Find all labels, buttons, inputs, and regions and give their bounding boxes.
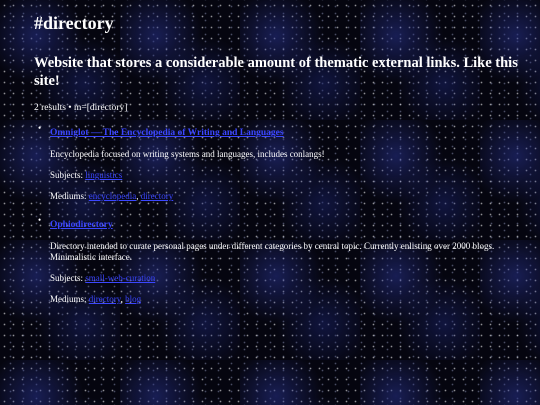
- medium-link[interactable]: directory: [89, 294, 121, 304]
- page: #directory Website that stores a conside…: [0, 0, 540, 405]
- result-mediums: Mediums: directory, blog: [50, 294, 142, 304]
- bullet-icon: •: [38, 123, 42, 133]
- site-title[interactable]: #directory: [34, 12, 540, 34]
- result-subjects: Subjects: small-web-curation: [50, 273, 520, 284]
- result-description: Directory intended to curate personal pa…: [50, 241, 495, 262]
- medium-link[interactable]: encyclopedia: [89, 191, 136, 201]
- page-heading: Website that stores a considerable amoun…: [34, 55, 518, 89]
- subjects-label: Subjects:: [50, 273, 83, 283]
- medium-link[interactable]: directory: [141, 191, 173, 201]
- mediums-label: Mediums:: [50, 191, 87, 201]
- result-item: • Omniglot — The Encyclopedia of Writing…: [38, 122, 520, 202]
- result-title-link[interactable]: Ophiodirectory: [50, 219, 113, 231]
- subjects-label: Subjects:: [50, 170, 83, 180]
- result-subjects: Subjects: linguistics: [50, 170, 520, 181]
- subject-link[interactable]: linguistics: [85, 170, 122, 180]
- result-description: Encyclopedia focused on writing systems …: [50, 149, 325, 159]
- result-mediums: Mediums: encyclopedia, directory: [50, 191, 174, 201]
- results-info: 2 results • m=[directory]: [34, 103, 128, 113]
- result-title-link[interactable]: Omniglot — The Encyclopedia of Writing a…: [50, 127, 284, 139]
- medium-link[interactable]: blog: [125, 294, 141, 304]
- bullet-icon: •: [38, 215, 42, 225]
- subject-link[interactable]: small-web-curation: [85, 273, 155, 283]
- mediums-label: Mediums:: [50, 294, 87, 304]
- results-list: • Omniglot — The Encyclopedia of Writing…: [34, 122, 520, 305]
- result-item: • Ophiodirectory Directory intended to c…: [38, 214, 520, 305]
